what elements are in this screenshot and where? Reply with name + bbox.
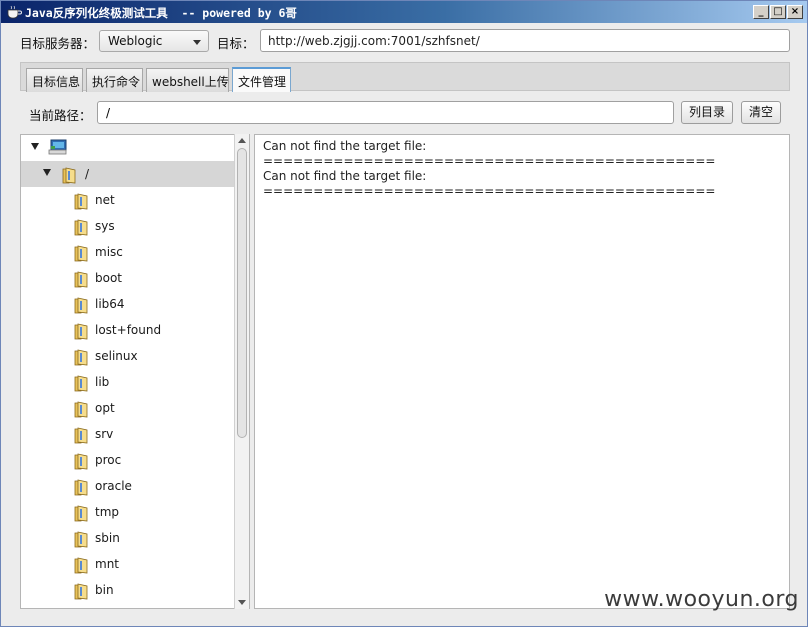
tree-root-host[interactable] bbox=[21, 135, 235, 161]
output-line: ========================================… bbox=[263, 154, 716, 168]
tab-file-management[interactable]: 文件管理 bbox=[232, 67, 291, 92]
server-label: 目标服务器： bbox=[20, 36, 96, 51]
folder-icon bbox=[74, 479, 88, 496]
tree-item[interactable]: lib64 bbox=[21, 291, 235, 317]
maximize-button[interactable]: □ bbox=[770, 5, 786, 19]
watermark: www.wooyun.org bbox=[604, 587, 799, 612]
file-tree[interactable]: / net sys misc boot lib64 lost+found selinux li… bbox=[20, 134, 250, 609]
tree-item-root[interactable]: / bbox=[21, 161, 235, 187]
scrollbar-thumb[interactable] bbox=[237, 148, 247, 438]
tree-item-label: lib bbox=[95, 375, 110, 389]
tab-strip: 目标信息 执行命令 webshell上传 文件管理 bbox=[20, 62, 790, 92]
tree-item-label: sys bbox=[95, 219, 115, 233]
server-select-value: Weblogic bbox=[108, 34, 163, 48]
folder-icon bbox=[74, 375, 88, 392]
tree-item[interactable]: mnt bbox=[21, 551, 235, 577]
folder-icon bbox=[74, 193, 88, 210]
folder-icon bbox=[74, 427, 88, 444]
folder-icon bbox=[74, 271, 88, 288]
tree-item-label: proc bbox=[95, 453, 122, 467]
close-button[interactable]: × bbox=[787, 5, 803, 19]
tree-item[interactable]: bin bbox=[21, 577, 235, 603]
folder-icon bbox=[74, 453, 88, 470]
title-bar[interactable]: Java反序列化终极测试工具 -- powered by 6哥 _ □ × bbox=[1, 1, 807, 23]
tree-item-label: srv bbox=[95, 427, 114, 441]
tab-execute-command[interactable]: 执行命令 bbox=[86, 68, 143, 92]
tree-item-label: bin bbox=[95, 583, 114, 597]
tree-item-label: mnt bbox=[95, 557, 119, 571]
computer-icon bbox=[48, 139, 67, 155]
tree-item-label: / bbox=[85, 167, 90, 181]
folder-icon bbox=[74, 505, 88, 522]
tree-item-label: misc bbox=[95, 245, 123, 259]
tree-item[interactable]: proc bbox=[21, 447, 235, 473]
window-title: Java反序列化终极测试工具 -- powered by 6哥 bbox=[25, 6, 297, 20]
tree-item-label: tmp bbox=[95, 505, 120, 519]
tree-scrollbar[interactable] bbox=[234, 134, 249, 609]
folder-icon bbox=[74, 323, 88, 340]
expand-triangle-icon[interactable] bbox=[43, 169, 51, 176]
tree-item[interactable]: srv bbox=[21, 421, 235, 447]
tree-item[interactable]: boot bbox=[21, 265, 235, 291]
tree-item[interactable]: sys bbox=[21, 213, 235, 239]
tree-item[interactable]: tmp bbox=[21, 499, 235, 525]
tree-item-label: boot bbox=[95, 271, 123, 285]
tree-item[interactable]: selinux bbox=[21, 343, 235, 369]
tree-item-label: selinux bbox=[95, 349, 138, 363]
tree-item-label: sbin bbox=[95, 531, 120, 545]
clear-button[interactable]: 清空 bbox=[741, 101, 782, 124]
chevron-down-icon bbox=[193, 40, 201, 45]
tree-item[interactable]: sbin bbox=[21, 525, 235, 551]
target-url-input[interactable] bbox=[260, 29, 790, 52]
tree-item[interactable]: lib bbox=[21, 369, 235, 395]
scroll-up-icon[interactable] bbox=[238, 138, 246, 143]
expand-triangle-icon[interactable] bbox=[31, 143, 39, 150]
tree-item-label: oracle bbox=[95, 479, 132, 493]
tab-target-info[interactable]: 目标信息 bbox=[26, 68, 83, 92]
folder-icon bbox=[74, 349, 88, 366]
current-path-input[interactable] bbox=[97, 101, 674, 124]
tree-item-label: net bbox=[95, 193, 115, 207]
folder-icon bbox=[74, 245, 88, 262]
tree-item-label: lib64 bbox=[95, 297, 125, 311]
tree-item[interactable]: misc bbox=[21, 239, 235, 265]
folder-icon bbox=[74, 219, 88, 236]
folder-icon bbox=[74, 297, 88, 314]
list-directory-button[interactable]: 列目录 bbox=[681, 101, 734, 124]
target-label: 目标： bbox=[217, 36, 255, 51]
java-cup-icon bbox=[7, 5, 22, 19]
tree-item-label: lost+found bbox=[95, 323, 162, 337]
output-line: ========================================… bbox=[263, 184, 716, 198]
output-line: Can not find the target file: bbox=[263, 139, 427, 153]
server-select[interactable]: Weblogic bbox=[99, 30, 209, 52]
minimize-button[interactable]: _ bbox=[753, 5, 769, 19]
folder-icon bbox=[62, 167, 76, 184]
current-path-label: 当前路径： bbox=[29, 108, 92, 123]
output-panel[interactable]: Can not find the target file: ==========… bbox=[254, 134, 790, 609]
folder-icon bbox=[74, 531, 88, 548]
folder-icon bbox=[74, 583, 88, 600]
tree-item[interactable]: opt bbox=[21, 395, 235, 421]
output-line: Can not find the target file: bbox=[263, 169, 427, 183]
folder-icon bbox=[74, 401, 88, 418]
tree-item[interactable]: oracle bbox=[21, 473, 235, 499]
scroll-down-icon[interactable] bbox=[238, 600, 246, 605]
tree-item[interactable]: net bbox=[21, 187, 235, 213]
app-window: Java反序列化终极测试工具 -- powered by 6哥 _ □ × 目标… bbox=[0, 0, 808, 627]
tab-webshell-upload[interactable]: webshell上传 bbox=[146, 68, 229, 92]
tree-item[interactable]: lost+found bbox=[21, 317, 235, 343]
folder-icon bbox=[74, 557, 88, 574]
tree-item-label: opt bbox=[95, 401, 115, 415]
